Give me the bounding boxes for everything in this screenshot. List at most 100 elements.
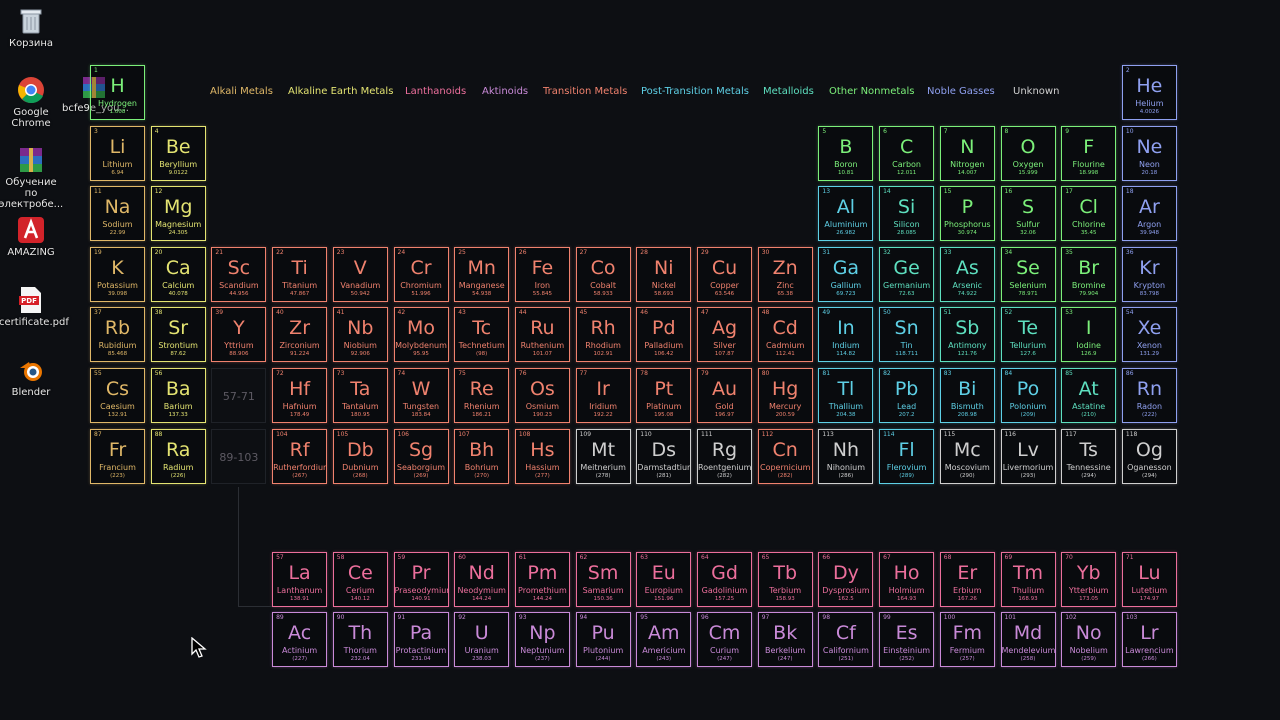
element-sulfur[interactable]: 16 S Sulfur 32.06 bbox=[1000, 186, 1056, 242]
element-tellurium[interactable]: 52 Te Tellurium 127.6 bbox=[1000, 307, 1056, 363]
element-krypton[interactable]: 36 Kr Krypton 83.798 bbox=[1121, 246, 1177, 302]
element-sodium[interactable]: 11 Na Sodium 22.99 bbox=[90, 186, 145, 242]
element-rhenium[interactable]: 75 Re Rhenium 186.21 bbox=[454, 368, 510, 423]
element-cadmium[interactable]: 48 Cd Cadmium 112.41 bbox=[757, 307, 813, 363]
element-caesium[interactable]: 55 Cs Caesium 132.91 bbox=[90, 368, 145, 423]
element-lanthanum[interactable]: 57 La Lanthanum 138.91 bbox=[272, 551, 328, 607]
element-nobelium[interactable]: 102 No Nobelium (259) bbox=[1061, 612, 1117, 668]
element-erbium[interactable]: 68 Er Erbium 167.26 bbox=[939, 551, 995, 607]
element-zinc[interactable]: 30 Zn Zinc 65.38 bbox=[757, 246, 813, 302]
element-mercury[interactable]: 80 Hg Mercury 200.59 bbox=[757, 368, 813, 423]
element-tungsten[interactable]: 74 W Tungsten 183.84 bbox=[393, 368, 449, 423]
element-flerovium[interactable]: 114 Fl Flerovium (289) bbox=[879, 428, 935, 484]
element-nitrogen[interactable]: 7 N Nitrogen 14.007 bbox=[939, 125, 995, 181]
element-strontium[interactable]: 38 Sr Strontium 87.62 bbox=[150, 307, 206, 363]
element-thorium[interactable]: 90 Th Thorium 232.04 bbox=[332, 612, 388, 668]
element-curium[interactable]: 96 Cm Curium (247) bbox=[697, 612, 752, 668]
element-flourine[interactable]: 9 F Flourine 18.998 bbox=[1061, 125, 1117, 181]
element-iridium[interactable]: 77 Ir Iridium 192.22 bbox=[575, 368, 631, 423]
element-darmstadtium[interactable]: 110 Ds Darmstadtium (281) bbox=[636, 428, 692, 484]
element-radon[interactable]: 86 Rn Radon (222) bbox=[1121, 368, 1177, 423]
element-barium[interactable]: 56 Ba Barium 137.33 bbox=[150, 368, 206, 423]
element-rhodium[interactable]: 45 Rh Rhodium 102.91 bbox=[575, 307, 631, 363]
element-zirconium[interactable]: 40 Zr Zirconium 91.224 bbox=[272, 307, 328, 363]
element-tennessine[interactable]: 117 Ts Tennessine (294) bbox=[1061, 428, 1117, 484]
element-fermium[interactable]: 100 Fm Fermium (257) bbox=[939, 612, 995, 668]
element-ruthenium[interactable]: 44 Ru Ruthenium 101.07 bbox=[514, 307, 570, 363]
element-ytterbium[interactable]: 70 Yb Ytterbium 173.05 bbox=[1061, 551, 1117, 607]
element-moscovium[interactable]: 115 Mc Moscovium (290) bbox=[939, 428, 995, 484]
element-chlorine[interactable]: 17 Cl Chlorine 35.45 bbox=[1061, 186, 1117, 242]
element-thulium[interactable]: 69 Tm Thulium 168.93 bbox=[1000, 551, 1056, 607]
element-promethium[interactable]: 61 Pm Promethium 144.24 bbox=[514, 551, 570, 607]
element-thallium[interactable]: 81 Tl Thallium 204.38 bbox=[818, 368, 874, 423]
element-americium[interactable]: 95 Am Americium (243) bbox=[636, 612, 692, 668]
element-actinium[interactable]: 89 Ac Actinium (227) bbox=[272, 612, 328, 668]
element-uranium[interactable]: 92 U Uranium 238.03 bbox=[454, 612, 510, 668]
element-bohrium[interactable]: 107 Bh Bohrium (270) bbox=[454, 428, 510, 484]
element-phosphorus[interactable]: 15 P Phosphorus 30.974 bbox=[939, 186, 995, 242]
element-boron[interactable]: 5 B Boron 10.81 bbox=[818, 125, 874, 181]
element-copper[interactable]: 29 Cu Copper 63.546 bbox=[697, 246, 752, 302]
element-bromine[interactable]: 35 Br Bromine 79.904 bbox=[1061, 246, 1117, 302]
element-dysprosium[interactable]: 66 Dy Dysprosium 162.5 bbox=[818, 551, 874, 607]
element-praseodymium[interactable]: 59 PrPraseodymium140.91 bbox=[393, 551, 449, 607]
element-astatine[interactable]: 85 At Astatine (210) bbox=[1061, 368, 1117, 423]
element-europium[interactable]: 63 Eu Europium 151.96 bbox=[636, 551, 692, 607]
element-tin[interactable]: 50 Sn Tin 118.711 bbox=[879, 307, 935, 363]
element-chromium[interactable]: 24 Cr Chromium 51.996 bbox=[393, 246, 449, 302]
element-argon[interactable]: 18 Ar Argon 39.948 bbox=[1121, 186, 1177, 242]
element-calcium[interactable]: 20 Ca Calcium 40.078 bbox=[150, 246, 206, 302]
element-antimony[interactable]: 51 Sb Antimony 121.76 bbox=[939, 307, 995, 363]
element-magnesium[interactable]: 12 Mg Magnesium 24.305 bbox=[150, 186, 206, 242]
element-plutonium[interactable]: 94 Pu Plutonium (244) bbox=[575, 612, 631, 668]
element-hydrogen[interactable]: 1 H Hydrogen 1.008 bbox=[90, 65, 145, 120]
element-protactinium[interactable]: 91 Pa Protactinium 231.04 bbox=[393, 612, 449, 668]
element-oganesson[interactable]: 118 Og Oganesson (294) bbox=[1121, 428, 1177, 484]
element-meitnerium[interactable]: 109 Mt Meitnerium (278) bbox=[575, 428, 631, 484]
element-manganese[interactable]: 25 Mn Manganese 54.938 bbox=[454, 246, 510, 302]
element-tantalum[interactable]: 73 Ta Tantalum 180.95 bbox=[332, 368, 388, 423]
element-bismuth[interactable]: 83 Bi Bismuth 208.98 bbox=[939, 368, 995, 423]
element-californium[interactable]: 98 Cf Californium (251) bbox=[818, 612, 874, 668]
element-lead[interactable]: 82 Pb Lead 207.2 bbox=[879, 368, 935, 423]
element-gadolinium[interactable]: 64 Gd Gadolinium 157.25 bbox=[697, 551, 752, 607]
element-holmium[interactable]: 67 Ho Holmium 164.93 bbox=[879, 551, 935, 607]
element-hafnium[interactable]: 72 Hf Hafnium 178.49 bbox=[272, 368, 328, 423]
element-lawrencium[interactable]: 103 Lr Lawrencium (266) bbox=[1121, 612, 1177, 668]
element-germanium[interactable]: 32 Ge Germanium 72.63 bbox=[879, 246, 935, 302]
element-potassium[interactable]: 19 K Potassium 39.098 bbox=[90, 246, 145, 302]
element-niobium[interactable]: 41 Nb Niobium 92.906 bbox=[332, 307, 388, 363]
element-lithium[interactable]: 3 Li Lithium 6.94 bbox=[90, 125, 145, 181]
element-neptunium[interactable]: 93 Np Neptunium (237) bbox=[514, 612, 570, 668]
element-cerium[interactable]: 58 Ce Cerium 140.12 bbox=[332, 551, 388, 607]
element-roentgenium[interactable]: 111 Rg Roentgenium (282) bbox=[697, 428, 752, 484]
element-mendelevium[interactable]: 101 Md Mendelevium (258) bbox=[1000, 612, 1056, 668]
element-hassium[interactable]: 108 Hs Hassium (277) bbox=[514, 428, 570, 484]
element-berkelium[interactable]: 97 Bk Berkelium (247) bbox=[757, 612, 813, 668]
element-dubnium[interactable]: 105 Db Dubnium (268) bbox=[332, 428, 388, 484]
element-silicon[interactable]: 14 Si Silicon 28.085 bbox=[879, 186, 935, 242]
element-einsteinium[interactable]: 99 Es Einsteinium (252) bbox=[879, 612, 935, 668]
element-molybdenum[interactable]: 42 Mo Molybdenum 95.95 bbox=[393, 307, 449, 363]
element-aluminium[interactable]: 13 Al Aluminium 26.982 bbox=[818, 186, 874, 242]
element-xenon[interactable]: 54 Xe Xenon 131.29 bbox=[1121, 307, 1177, 363]
element-nihonium[interactable]: 113 Nh Nihonium (286) bbox=[818, 428, 874, 484]
element-seaborgium[interactable]: 106 Sg Seaborgium (269) bbox=[393, 428, 449, 484]
element-selenium[interactable]: 34 Se Selenium 78.971 bbox=[1000, 246, 1056, 302]
element-gold[interactable]: 79 Au Gold 196.97 bbox=[697, 368, 752, 423]
element-palladium[interactable]: 46 Pd Palladium 106.42 bbox=[636, 307, 692, 363]
element-polonium[interactable]: 84 Po Polonium (209) bbox=[1000, 368, 1056, 423]
element-rutherfordium[interactable]: 104 Rf Rutherfordium (267) bbox=[272, 428, 328, 484]
element-arsenic[interactable]: 33 As Arsenic 74.922 bbox=[939, 246, 995, 302]
element-terbium[interactable]: 65 Tb Terbium 158.93 bbox=[757, 551, 813, 607]
element-livermorium[interactable]: 116 Lv Livermorium (293) bbox=[1000, 428, 1056, 484]
element-osmium[interactable]: 76 Os Osmium 190.23 bbox=[514, 368, 570, 423]
element-scandium[interactable]: 21 Sc Scandium 44.956 bbox=[211, 246, 267, 302]
element-francium[interactable]: 87 Fr Francium (223) bbox=[90, 428, 145, 484]
element-indium[interactable]: 49 In Indium 114.82 bbox=[818, 307, 874, 363]
element-titanium[interactable]: 22 Ti Titanium 47.867 bbox=[272, 246, 328, 302]
element-yttrium[interactable]: 39 Y Yttrium 88.906 bbox=[211, 307, 267, 363]
element-radium[interactable]: 88 Ra Radium (226) bbox=[150, 428, 206, 484]
element-oxygen[interactable]: 8 O Oxygen 15.999 bbox=[1000, 125, 1056, 181]
